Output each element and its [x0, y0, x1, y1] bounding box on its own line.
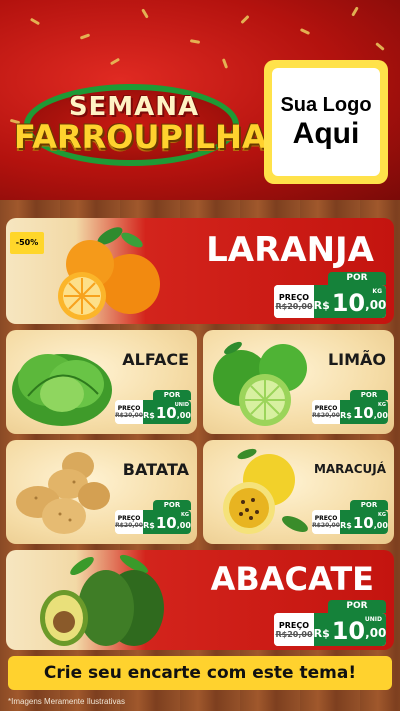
- price-cents: ,00: [365, 298, 386, 312]
- por-label: POR: [350, 390, 388, 400]
- por-label: POR: [350, 500, 388, 510]
- price-tag: POR PREÇO R$20,00 R$ 10 ,00 UNID: [274, 600, 386, 646]
- price-value: 10: [331, 617, 366, 645]
- price-value: 10: [352, 514, 374, 532]
- por-label: POR: [153, 500, 191, 510]
- price-value: 10: [331, 289, 366, 317]
- currency: R$: [313, 627, 330, 640]
- product-card-maracuja[interactable]: MARACUJÁ POR PREÇO R$20,00 R$ 10 ,00 KG: [203, 440, 394, 544]
- preco-label: PREÇO: [314, 515, 338, 522]
- product-name: LARANJA: [206, 230, 374, 270]
- price-cents: ,00: [373, 411, 388, 420]
- logo-text-2: Aqui: [292, 116, 360, 150]
- currency: R$: [143, 411, 155, 420]
- preco-label: PREÇO: [278, 620, 310, 630]
- old-price: R$20,00: [275, 629, 313, 639]
- price-cents: ,00: [176, 521, 191, 530]
- logo-placeholder[interactable]: Sua Logo Aqui: [264, 60, 388, 184]
- logo-text-1: Sua Logo: [280, 93, 372, 116]
- old-price: R$20,00: [312, 412, 340, 419]
- product-card-limao[interactable]: LIMÃO POR PREÇO R$20,00 R$ 10 ,00 KG: [203, 330, 394, 434]
- disclaimer-text: *Imagens Meramente Ilustrativas: [8, 697, 125, 706]
- currency: R$: [313, 299, 330, 312]
- product-name: ABACATE: [210, 560, 374, 598]
- preco-label: PREÇO: [278, 292, 310, 302]
- por-label: POR: [328, 600, 386, 613]
- old-price: R$20,00: [115, 412, 143, 419]
- price-cents: ,00: [373, 521, 388, 530]
- lime-icon: [207, 334, 317, 430]
- por-label: POR: [328, 272, 386, 285]
- product-name: BATATA: [122, 460, 189, 479]
- product-name: MARACUJÁ: [313, 462, 386, 476]
- lettuce-icon: [8, 336, 116, 430]
- price-tag: POR PREÇO R$20,00 R$ 10 ,00 KG: [115, 500, 191, 534]
- product-card-alface[interactable]: ALFACE POR PREÇO R$20,00 R$ 10 ,00 UNID: [6, 330, 197, 434]
- preco-label: PREÇO: [117, 515, 141, 522]
- price-tag: POR PREÇO R$20,00 R$ 10 ,00 KG: [312, 390, 388, 424]
- unit-label: KG: [378, 512, 386, 518]
- old-price: R$20,00: [275, 301, 313, 311]
- por-label: POR: [153, 390, 191, 400]
- product-name: ALFACE: [122, 350, 189, 369]
- price-tag: POR PREÇO R$20,00 R$ 10 ,00 KG: [274, 272, 386, 318]
- price-tag: POR PREÇO R$20,00 R$ 10 ,00 KG: [312, 500, 388, 534]
- unit-label: KG: [378, 402, 386, 408]
- unit-label: KG: [181, 512, 189, 518]
- currency: R$: [340, 521, 352, 530]
- header-banner: SEMANA FARROUPILHA Sua Logo Aqui: [0, 0, 400, 200]
- passion-fruit-icon: [207, 444, 317, 540]
- price-tag: POR PREÇO R$20,00 R$ 10 ,00 UNID: [115, 390, 191, 424]
- orange-icon: [50, 222, 160, 322]
- price-cents: ,00: [365, 626, 386, 640]
- old-price: R$20,00: [115, 522, 143, 529]
- currency: R$: [143, 521, 155, 530]
- title-line-2: FARROUPILHA: [14, 118, 267, 156]
- product-name: LIMÃO: [327, 350, 386, 369]
- preco-label: PREÇO: [117, 405, 141, 412]
- create-flyer-banner[interactable]: Crie seu encarte com este tema!: [8, 656, 392, 690]
- event-title: SEMANA FARROUPILHA: [14, 78, 267, 178]
- flyer-page: SEMANA FARROUPILHA Sua Logo Aqui -50% LA…: [0, 0, 400, 711]
- unit-label: KG: [372, 288, 382, 295]
- price-value: 10: [155, 514, 177, 532]
- unit-label: UNID: [364, 616, 382, 623]
- preco-label: PREÇO: [314, 405, 338, 412]
- potato-icon: [10, 444, 120, 540]
- price-value: 10: [352, 404, 374, 422]
- price-cents: ,00: [176, 411, 191, 420]
- avocado-icon: [34, 552, 174, 648]
- product-card-abacate[interactable]: ABACATE POR PREÇO R$20,00 R$ 10 ,00 UNID: [6, 550, 394, 650]
- price-value: 10: [155, 404, 177, 422]
- product-card-batata[interactable]: BATATA POR PREÇO R$20,00 R$ 10 ,00 KG: [6, 440, 197, 544]
- currency: R$: [340, 411, 352, 420]
- product-card-laranja[interactable]: -50% LARANJA POR PREÇO R$20,00 R$ 10 ,00…: [6, 218, 394, 324]
- unit-label: UNID: [174, 402, 189, 408]
- old-price: R$20,00: [312, 522, 340, 529]
- discount-badge: -50%: [10, 232, 44, 254]
